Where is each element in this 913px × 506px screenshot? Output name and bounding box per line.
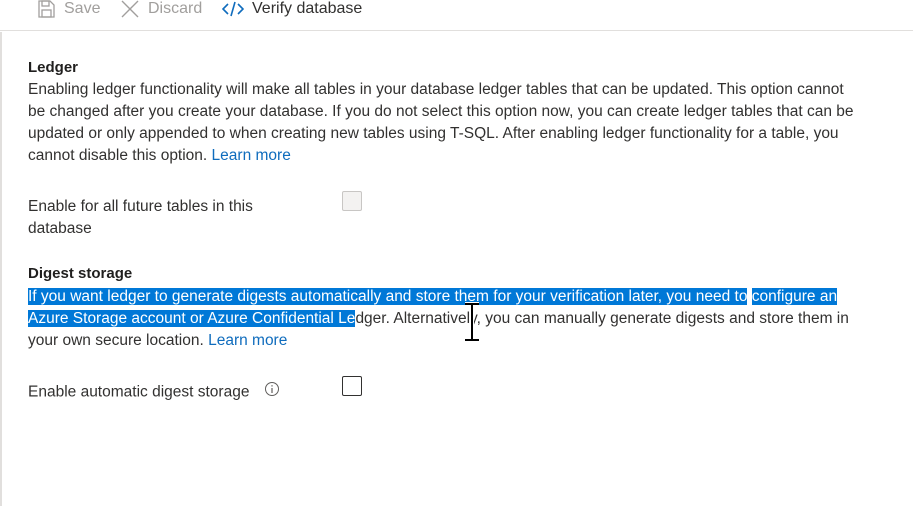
command-bar: Save Discard Verify database [0,0,913,31]
digest-description-selected-1: If you want ledger to generate digests a… [28,288,748,305]
text-cursor-icon [462,302,482,347]
discard-label: Discard [148,0,203,17]
ledger-title: Ledger [28,59,79,76]
code-icon [222,0,244,19]
digest-enable-label: Enable automatic digest storage [28,383,250,401]
ledger-description: Enabling ledger functionality will make … [28,79,858,167]
left-panel-border [0,32,2,506]
save-button[interactable]: Save [36,0,100,21]
save-icon [36,0,56,19]
ledger-enable-checkbox[interactable] [342,191,362,211]
ledger-learn-more-link[interactable]: Learn more [212,147,291,164]
verify-database-label: Verify database [252,0,363,17]
discard-button[interactable]: Discard [120,0,202,21]
digest-storage-title: Digest storage [28,265,133,282]
ledger-enable-label: Enable for all future tables in this dat… [28,198,253,237]
digest-description: If you want ledger to generate digests a… [28,286,858,352]
info-icon[interactable] [264,381,280,404]
digest-enable-checkbox[interactable] [342,376,362,396]
discard-icon [120,0,140,19]
ledger-description-text: Enabling ledger functionality will make … [28,81,854,164]
digest-enable-label-row: Enable automatic digest storage [28,381,280,404]
verify-database-button[interactable]: Verify database [222,0,362,21]
digest-learn-more-link[interactable]: Learn more [208,332,287,349]
save-label: Save [64,0,101,17]
